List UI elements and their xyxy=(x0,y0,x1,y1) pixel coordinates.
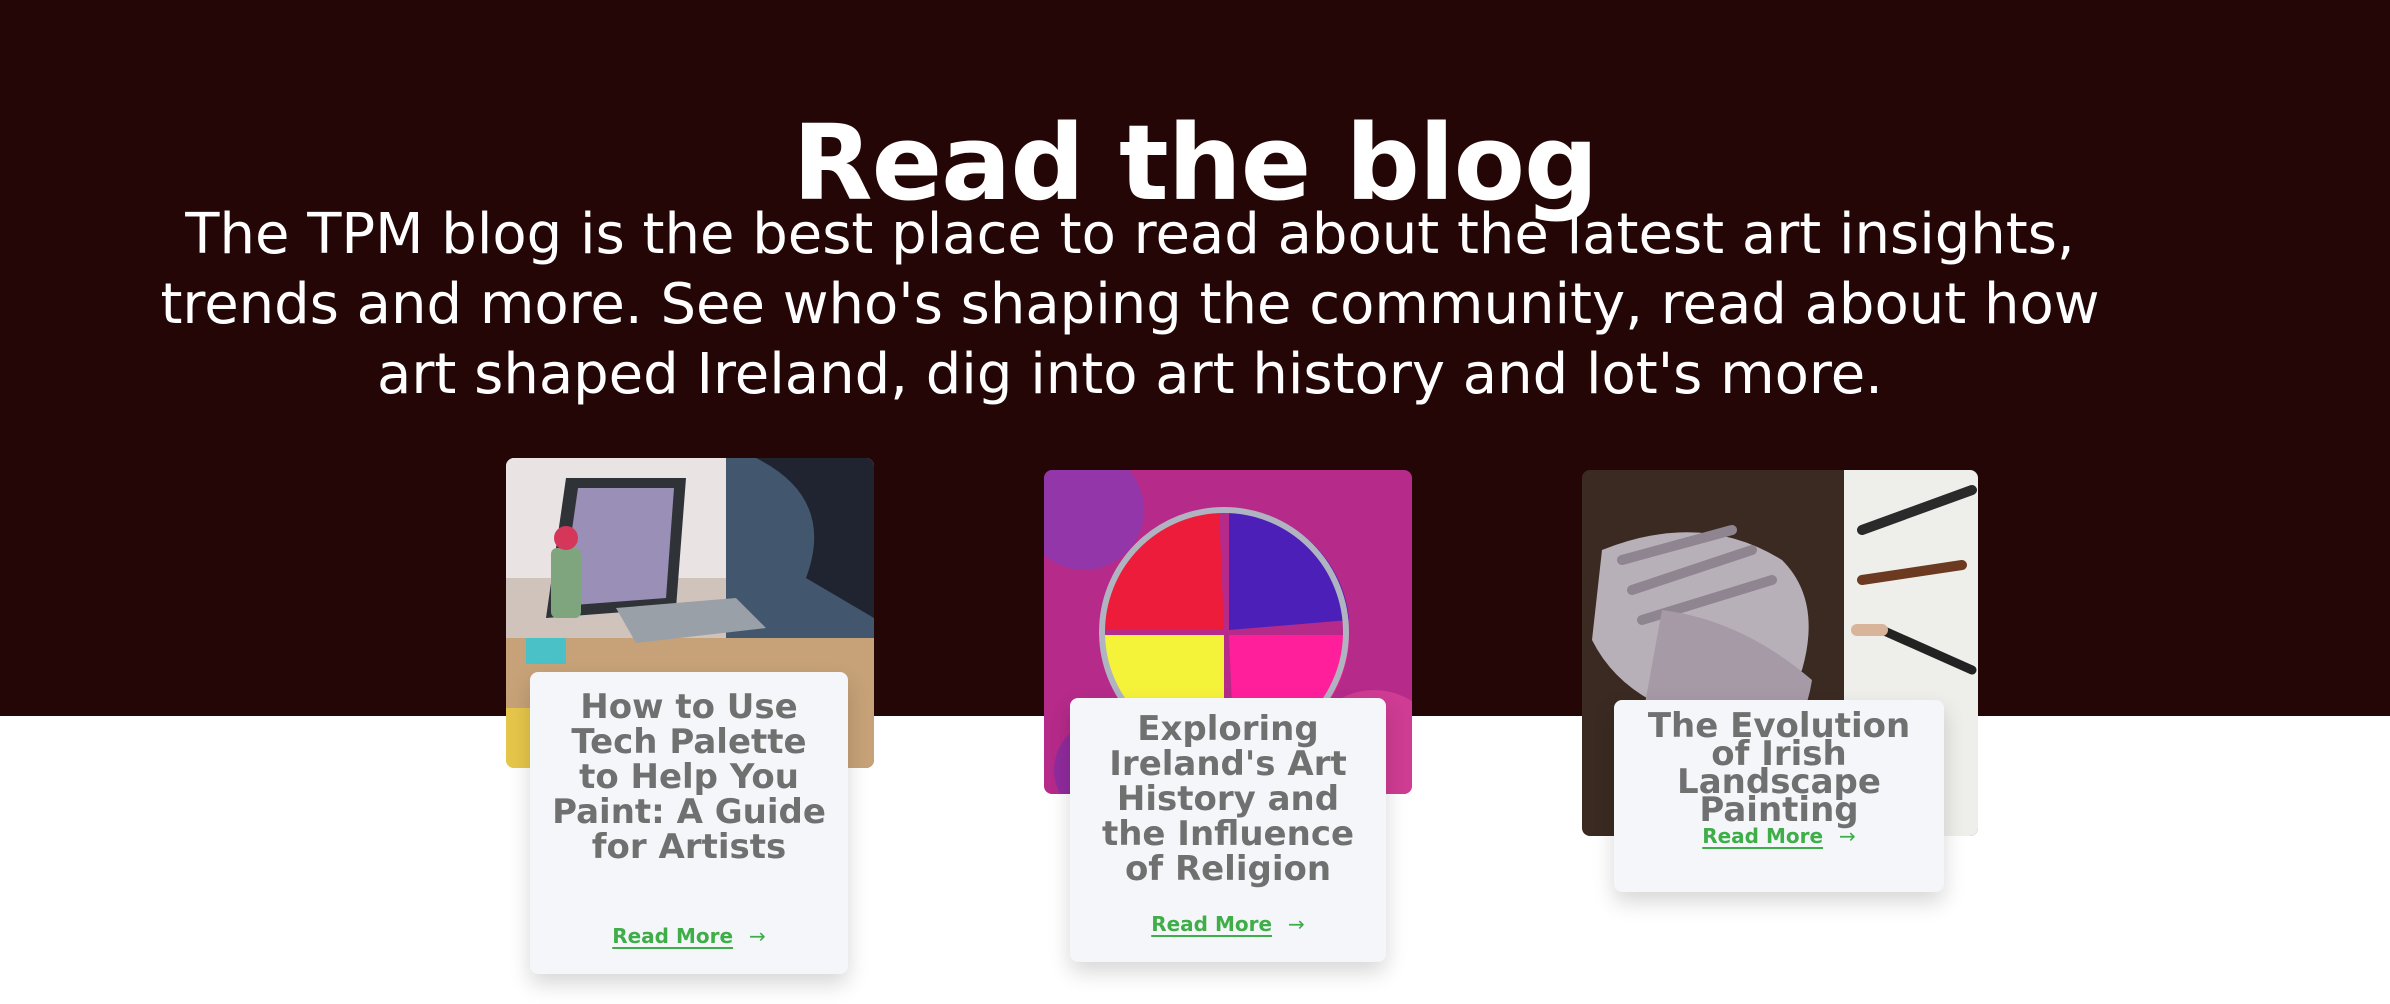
read-more-link[interactable]: Read More → xyxy=(530,924,848,948)
blog-post-card[interactable]: Exploring Ireland's Art History and the … xyxy=(1070,698,1386,962)
read-more-link[interactable]: Read More → xyxy=(1070,912,1386,936)
arrow-right-icon: → xyxy=(1288,912,1305,936)
blog-post-card[interactable]: How to Use Tech Palette to Help You Pain… xyxy=(530,672,848,974)
read-more-link[interactable]: Read More → xyxy=(1614,824,1944,848)
blog-post-card[interactable]: The Evolution of Irish Landscape Paintin… xyxy=(1614,700,1944,892)
post-title[interactable]: Exploring Ireland's Art History and the … xyxy=(1090,712,1366,887)
hero-intro: The TPM blog is the best place to read a… xyxy=(160,202,2100,407)
arrow-right-icon: → xyxy=(1839,824,1856,848)
post-title[interactable]: How to Use Tech Palette to Help You Pain… xyxy=(552,690,826,865)
post-title[interactable]: The Evolution of Irish Landscape Paintin… xyxy=(1632,709,1926,827)
arrow-right-icon: → xyxy=(749,924,766,948)
